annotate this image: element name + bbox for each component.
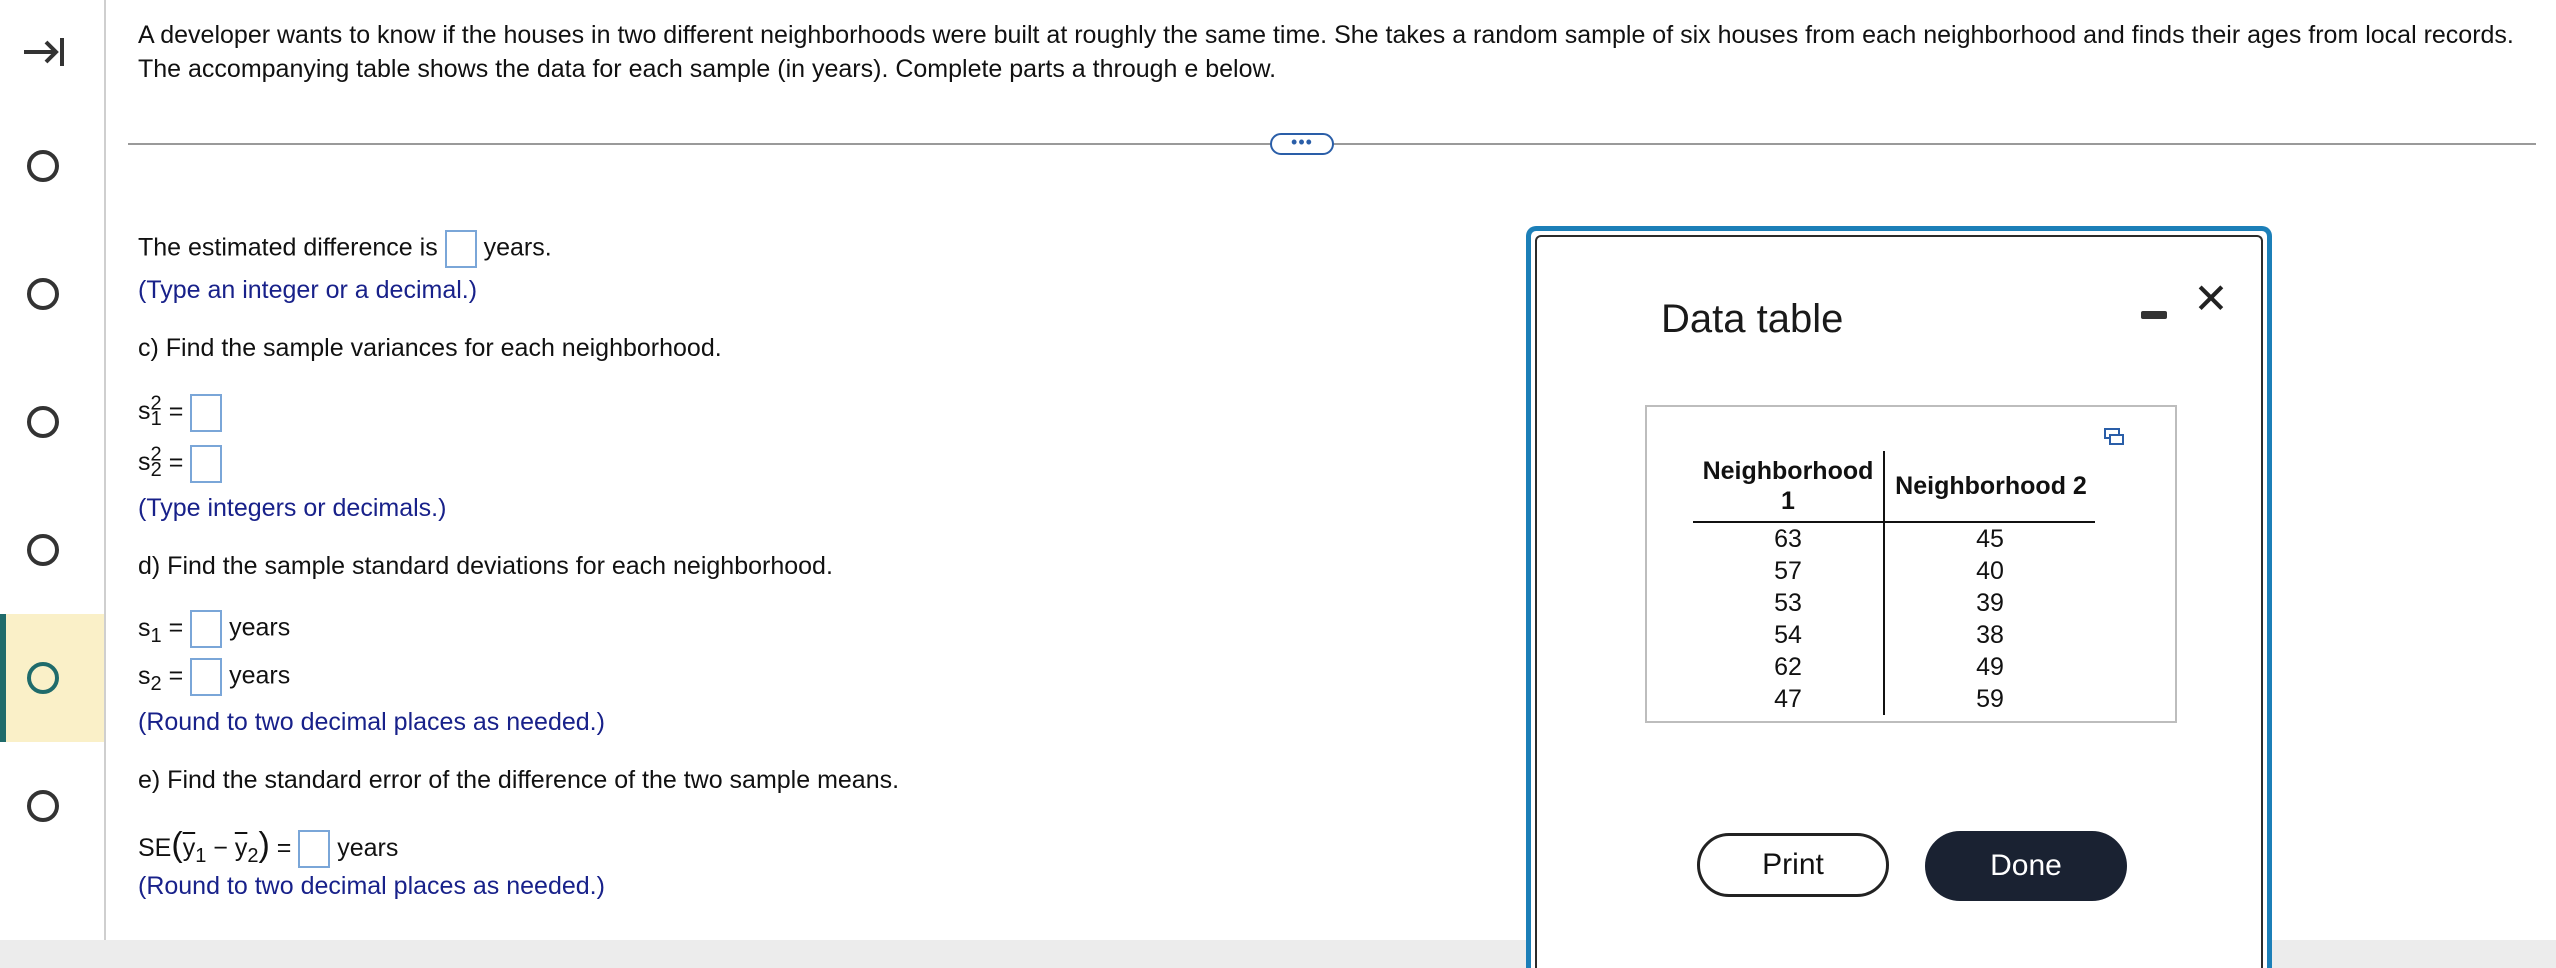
part-d-prompt: d) Find the sample standard deviations f…: [138, 552, 833, 580]
minimize-button[interactable]: [2141, 297, 2171, 327]
close-icon[interactable]: ✕: [2191, 278, 2231, 320]
rail-item-1[interactable]: [0, 102, 104, 230]
print-button[interactable]: Print: [1697, 833, 1889, 897]
part-d-hint: (Round to two decimal places as needed.): [138, 708, 605, 736]
circle-icon: [27, 278, 59, 310]
part-c-hint: (Type integers or decimals.): [138, 494, 447, 522]
rail-item-2[interactable]: [0, 230, 104, 358]
equals-sign: =: [168, 448, 184, 477]
minimize-icon: [2141, 311, 2167, 319]
s2-variance-line: s22 =: [138, 444, 223, 483]
data-table: Neighborhood 1 Neighborhood 2 63 45 57 40 5…: [1693, 451, 2095, 715]
circle-icon: [27, 534, 59, 566]
rail-item-5-active[interactable]: [0, 614, 104, 742]
equals-sign: =: [276, 834, 292, 862]
table-row: 63 45: [1693, 522, 2095, 555]
rail-item-4[interactable]: [0, 486, 104, 614]
s1-variance-label: s21: [138, 393, 162, 431]
s1-sd-input[interactable]: [190, 610, 223, 648]
part-e-prompt: e) Find the standard error of the differ…: [138, 766, 900, 794]
column-header-neighborhood-2: Neighborhood 2: [1884, 451, 2095, 523]
data-table-dialog: Data table ✕ Neighborhood 1 Neighborhood …: [1526, 226, 2272, 968]
unit-label: years: [229, 661, 291, 690]
arrow-to-right-icon[interactable]: [20, 28, 68, 76]
part-b-unit: years.: [483, 233, 552, 262]
standard-error-input[interactable]: [298, 830, 331, 869]
se-label: SE(y1 − y2): [138, 826, 270, 867]
unit-label: years: [337, 834, 399, 862]
column-header-neighborhood-1: Neighborhood 1: [1693, 451, 1885, 523]
s2-sd-line: s2 = years: [138, 658, 290, 696]
table-row: 47 59: [1693, 683, 2095, 715]
rail-item-3[interactable]: [0, 358, 104, 486]
copy-icon[interactable]: [2103, 427, 2125, 447]
question-nav-rail: [0, 0, 106, 940]
part-b-text: The estimated difference is: [138, 233, 438, 262]
se-line: SE(y1 − y2) = years: [138, 826, 399, 869]
part-e-hint: (Round to two decimal places as needed.): [138, 872, 605, 900]
question-text: A developer wants to know if the houses …: [138, 21, 2514, 83]
table-row: 53 39: [1693, 587, 2095, 619]
s1-sd-label: s1: [138, 613, 162, 647]
circle-icon: [27, 406, 59, 438]
part-b-hint: (Type an integer or a decimal.): [138, 276, 478, 304]
unit-label: years: [229, 613, 291, 642]
dialog-title: Data table: [1661, 297, 1844, 341]
s2-variance-input[interactable]: [190, 444, 223, 483]
s2-variance-label: s22: [138, 444, 162, 482]
table-row: 57 40: [1693, 555, 2095, 587]
s2-sd-label: s2: [138, 661, 162, 695]
part-c-prompt: c) Find the sample variances for each ne…: [138, 334, 722, 362]
equals-sign: =: [168, 397, 184, 426]
s1-variance-line: s21 =: [138, 393, 223, 432]
circle-icon: [27, 662, 59, 694]
s1-sd-line: s1 = years: [138, 610, 290, 648]
done-button[interactable]: Done: [1925, 831, 2127, 901]
table-row: 62 49: [1693, 651, 2095, 683]
s2-sd-input[interactable]: [190, 658, 223, 696]
data-table-panel: Neighborhood 1 Neighborhood 2 63 45 57 40 5…: [1645, 405, 2177, 723]
dialog-frame: Data table ✕ Neighborhood 1 Neighborhood …: [1535, 235, 2263, 968]
estimated-difference-input[interactable]: [444, 230, 477, 268]
rail-item-6[interactable]: [0, 742, 104, 870]
s1-variance-input[interactable]: [190, 393, 223, 432]
table-row: 54 38: [1693, 619, 2095, 651]
circle-icon: [27, 790, 59, 822]
equals-sign: =: [168, 661, 184, 690]
expand-pill-button[interactable]: •••: [1270, 133, 1334, 155]
circle-icon: [27, 150, 59, 182]
data-table-wrapper: Neighborhood 1 Neighborhood 2 63 45 57 40 5…: [1693, 451, 2095, 715]
part-b-answer-line: The estimated difference is years.: [138, 230, 552, 268]
equals-sign: =: [168, 613, 184, 642]
